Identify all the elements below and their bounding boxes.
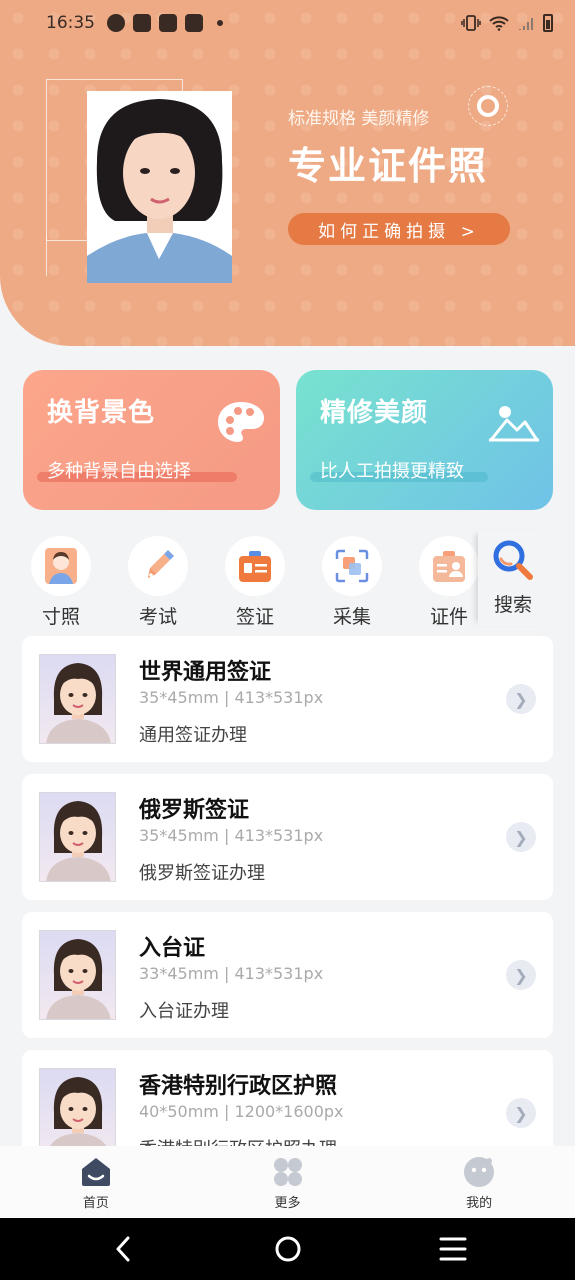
beauty-retouch-card[interactable]: 精修美颜 比人工拍摄更精致: [296, 370, 553, 510]
nav-label: 首页: [82, 1196, 109, 1211]
category-label: 考试: [138, 606, 177, 628]
item-spec: 33*45mm | 413*531px: [139, 964, 324, 983]
hero-subtitle: 标准规格 美颜精修: [288, 109, 430, 129]
avatar-illustration-icon: [46, 939, 111, 1019]
item-thumbnail: [39, 654, 116, 744]
bottom-navigation: 首页 更多 我的: [0, 1146, 575, 1218]
pen-icon: [148, 550, 174, 578]
nav-label: 更多: [274, 1196, 301, 1211]
portrait-icon: [45, 548, 77, 584]
category-label: 寸照: [41, 606, 80, 628]
shopping-bag-icon: [159, 14, 177, 32]
nav-more[interactable]: 更多: [192, 1146, 384, 1218]
battery-icon: [543, 14, 553, 32]
scan-icon: [335, 549, 369, 583]
nav-profile[interactable]: 我的: [383, 1146, 575, 1218]
category-inch-photo[interactable]: 寸照: [30, 536, 92, 629]
category-icon-circle: [225, 536, 285, 596]
wifi-icon: [489, 16, 509, 31]
category-collect[interactable]: 采集: [321, 536, 383, 629]
back-icon[interactable]: [116, 1236, 130, 1262]
category-label: 搜索: [493, 594, 532, 616]
avatar-illustration-icon: [46, 1077, 111, 1157]
signal-icon: [519, 18, 533, 30]
item-title: 入台证: [139, 936, 206, 961]
chevron-right-icon[interactable]: ❯: [506, 684, 536, 714]
hero-banner: 16:35 标准规格 美颜精修 专业证件照 如何正确拍摄 >: [0, 0, 575, 346]
category-visa[interactable]: 签证: [224, 536, 286, 629]
avatar-illustration-icon: [46, 663, 111, 743]
chevron-right-icon[interactable]: ❯: [506, 822, 536, 852]
list-item-taiwan-permit[interactable]: 入台证 33*45mm | 413*531px 入台证办理 ❯: [22, 912, 553, 1038]
category-certificate[interactable]: 证件: [418, 536, 480, 629]
portrait-illustration-icon: [87, 91, 232, 283]
category-label: 签证: [235, 606, 274, 628]
item-subtitle: 通用签证办理: [139, 725, 247, 746]
category-search[interactable]: 搜索: [478, 530, 548, 626]
id-card-icon: [433, 551, 465, 582]
home-icon: [81, 1158, 110, 1186]
category-icon-circle: [128, 536, 188, 596]
system-nav-buttons: [116, 1236, 467, 1262]
menu-icon[interactable]: [439, 1237, 467, 1261]
card-description: 多种背景自由选择: [47, 461, 191, 482]
item-title: 世界通用签证: [139, 660, 272, 685]
app-notification-icon: [107, 14, 125, 32]
ring-decoration-icon: [468, 86, 508, 126]
list-item-world-visa[interactable]: 世界通用签证 35*45mm | 413*531px 通用签证办理 ❯: [22, 636, 553, 762]
search-icon: [493, 540, 533, 580]
visa-icon: [239, 551, 271, 582]
shopping-bag-icon: [185, 14, 203, 32]
notification-icons: [107, 14, 223, 32]
item-subtitle: 俄罗斯签证办理: [139, 863, 265, 884]
item-title: 俄罗斯签证: [139, 798, 250, 823]
nav-label: 我的: [466, 1196, 493, 1211]
category-icon-circle: [322, 536, 382, 596]
home-circle-icon[interactable]: [275, 1236, 301, 1262]
more-notifications-dot-icon: [217, 20, 223, 26]
shopping-bag-icon: [133, 14, 151, 32]
item-thumbnail: [39, 1068, 116, 1158]
status-time: 16:35: [46, 13, 95, 33]
item-title: 香港特别行政区护照: [139, 1074, 338, 1099]
item-subtitle: 入台证办理: [139, 1001, 229, 1022]
photo-frame-decoration: [46, 236, 88, 276]
card-description: 比人工拍摄更精致: [320, 461, 464, 482]
landscape-icon: [489, 406, 539, 442]
list-item-russia-visa[interactable]: 俄罗斯签证 35*45mm | 413*531px 俄罗斯签证办理 ❯: [22, 774, 553, 900]
vibrate-icon: [461, 15, 481, 31]
category-label: 采集: [332, 606, 371, 628]
item-thumbnail: [39, 792, 116, 882]
avatar-illustration-icon: [46, 801, 111, 881]
palette-icon: [218, 402, 264, 442]
how-to-shoot-button[interactable]: 如何正确拍摄 >: [288, 213, 510, 245]
item-thumbnail: [39, 930, 116, 1020]
sample-portrait-photo: [87, 91, 232, 283]
item-spec: 35*45mm | 413*531px: [139, 826, 324, 845]
chevron-right-icon[interactable]: ❯: [506, 960, 536, 990]
system-status-icons: [461, 14, 553, 32]
category-label: 证件: [429, 606, 468, 628]
nav-home[interactable]: 首页: [0, 1146, 192, 1218]
chevron-right-icon[interactable]: ❯: [506, 1098, 536, 1128]
hero-title: 专业证件照: [288, 144, 489, 188]
item-spec: 35*45mm | 413*531px: [139, 688, 324, 707]
item-spec: 40*50mm | 1200*1600px: [139, 1102, 344, 1121]
system-navigation-bar: [0, 1218, 575, 1280]
profile-icon: [464, 1157, 495, 1187]
status-bar: 16:35: [0, 0, 575, 46]
category-exam[interactable]: 考试: [127, 536, 189, 629]
category-icon-circle: [31, 536, 91, 596]
more-icon: [273, 1158, 302, 1186]
category-icon-circle: [419, 536, 479, 596]
change-background-card[interactable]: 换背景色 多种背景自由选择: [23, 370, 280, 510]
